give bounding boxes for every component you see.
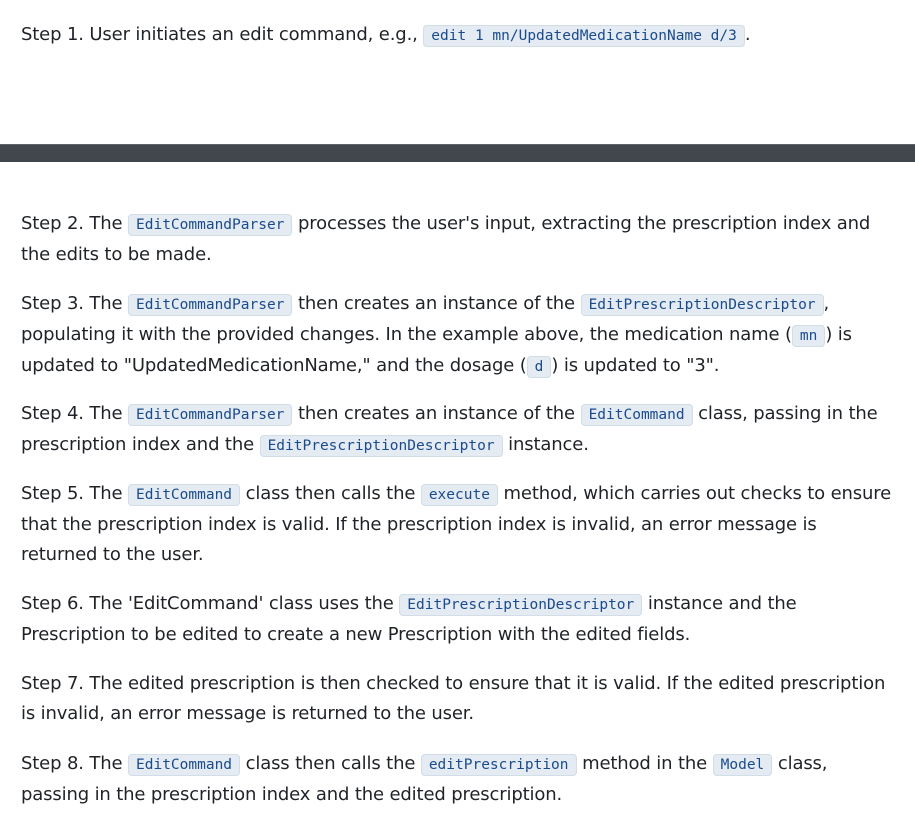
code-edit-command-example: edit 1 mn/UpdatedMedicationName d/3 <box>423 25 745 47</box>
step-text: then creates an instance of the <box>292 293 581 314</box>
code-edit-command: EditCommand <box>128 484 241 506</box>
step-5-paragraph: Step 5. The EditCommand class then calls… <box>21 479 897 570</box>
code-edit-prescription: editPrescription <box>420 754 577 776</box>
code-edit-command-parser: EditCommandParser <box>128 214 293 236</box>
step-text: Step 6. The 'EditCommand' class uses the <box>21 593 400 614</box>
step-text: Step 5. The <box>21 483 128 504</box>
step-text: Step 7. The edited prescription is then … <box>21 673 886 724</box>
step-text: Step 1. User initiates an edit command, … <box>21 24 424 45</box>
step-8-paragraph: Step 8. The EditCommand class then calls… <box>21 749 897 810</box>
step-1-paragraph: Step 1. User initiates an edit command, … <box>21 20 897 51</box>
code-edit-command-parser: EditCommandParser <box>128 294 293 316</box>
code-execute: execute <box>420 484 498 506</box>
step-text: method in the <box>576 753 713 774</box>
step-text: Step 8. The <box>21 753 128 774</box>
step-text: class then calls the <box>240 753 421 774</box>
step-text: ) is updated to "3". <box>551 355 720 376</box>
step-text: Step 4. The <box>21 403 128 424</box>
code-edit-command: EditCommand <box>128 754 241 776</box>
section-divider <box>0 144 915 162</box>
step-7-paragraph: Step 7. The edited prescription is then … <box>21 669 897 729</box>
step-text: then creates an instance of the <box>292 403 581 424</box>
step-2-paragraph: Step 2. The EditCommandParser processes … <box>21 209 897 270</box>
step-text: . <box>744 24 751 45</box>
code-model: Model <box>712 754 773 776</box>
code-edit-command-parser: EditCommandParser <box>128 404 293 426</box>
step-4-paragraph: Step 4. The EditCommandParser then creat… <box>21 399 897 461</box>
step-6-paragraph: Step 6. The 'EditCommand' class uses the… <box>21 589 897 650</box>
step-3-paragraph: Step 3. The EditCommandParser then creat… <box>21 289 897 382</box>
code-edit-command: EditCommand <box>580 404 693 426</box>
code-edit-prescription-descriptor: EditPrescriptionDescriptor <box>399 594 643 616</box>
code-d: d <box>526 356 552 378</box>
step-text: instance. <box>502 434 589 455</box>
step-text: Step 3. The <box>21 293 128 314</box>
step-text: Step 2. The <box>21 213 128 234</box>
step-text: class then calls the <box>240 483 421 504</box>
code-edit-prescription-descriptor: EditPrescriptionDescriptor <box>580 294 824 316</box>
code-mn: mn <box>791 325 826 347</box>
code-edit-prescription-descriptor: EditPrescriptionDescriptor <box>259 435 503 457</box>
